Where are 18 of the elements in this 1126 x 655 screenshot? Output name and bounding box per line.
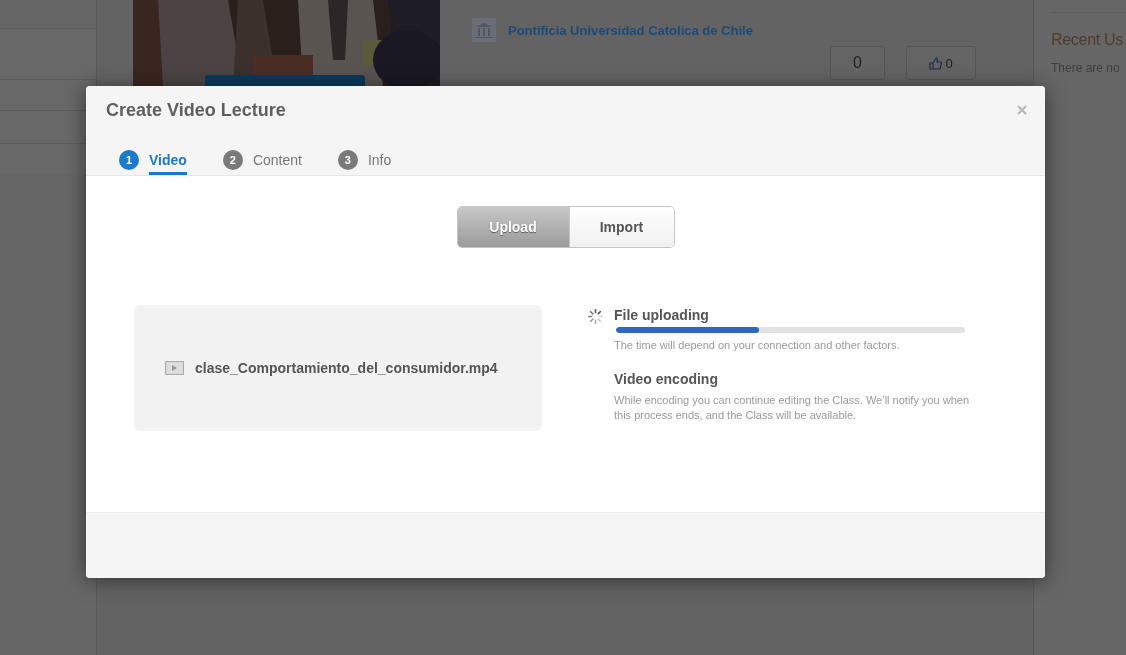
institution-icon — [472, 18, 496, 42]
like-button[interactable]: 0 — [906, 46, 976, 80]
status-title: File uploading — [614, 307, 710, 323]
status-title: Video encoding — [614, 371, 719, 387]
view-counter: 0 — [830, 46, 885, 80]
source-tab[interactable]: Upload — [457, 207, 569, 247]
sidebar-title: Recent Us — [1051, 31, 1123, 49]
file-name: clase_Comportamiento_del_consumidor.mp4 — [195, 360, 498, 376]
spinner-icon — [587, 308, 604, 325]
status-note: The time will depend on your connection and other factors. — [614, 338, 901, 353]
dialog-title: Create Video Lecture — [106, 100, 286, 121]
source-tab[interactable]: Import — [568, 207, 674, 247]
status-note: While encoding you can continue editing the Class. We’ll notify you when this process ends, and the Class will be available. — [614, 393, 971, 423]
thumbs-up-icon — [929, 56, 944, 70]
video-file-icon — [165, 361, 184, 375]
step-tab[interactable]: 2 Content — [222, 144, 302, 175]
close-icon[interactable] — [1017, 105, 1027, 115]
step-tab[interactable]: 3 Info — [337, 144, 392, 175]
